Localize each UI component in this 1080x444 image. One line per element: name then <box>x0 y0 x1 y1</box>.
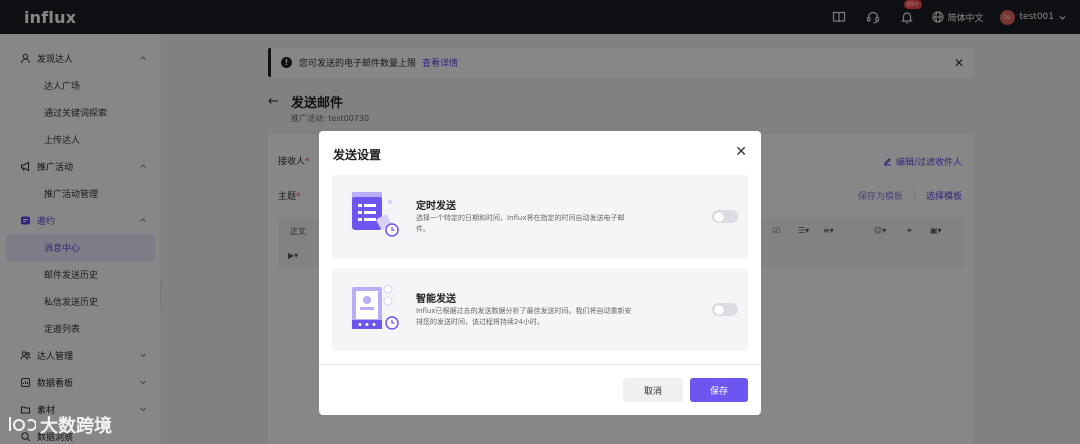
watermark: 大数跨境 <box>6 410 112 440</box>
smart-send-toggle[interactable] <box>712 303 738 316</box>
modal-title: 发送设置 <box>333 148 382 162</box>
watermark-logo-icon <box>9 417 36 431</box>
smart-send-illustration-icon <box>352 284 399 330</box>
cancel-button[interactable]: 取消 <box>623 378 683 402</box>
scheduled-send-toggle[interactable] <box>712 210 738 223</box>
watermark-text: 大数跨境 <box>40 416 112 437</box>
save-button[interactable]: 保存 <box>690 378 748 402</box>
option-title: 定时发送 <box>416 201 456 212</box>
scheduled-send-option: 定时发送 选择一个特定的日期和时间，Influx将在指定的时间自动发送电子邮件。 <box>332 175 748 258</box>
option-title: 智能发送 <box>416 294 456 305</box>
close-icon[interactable]: ✕ <box>735 145 747 159</box>
option-description: Influx已根据过去的发送数据分析了最佳发送时间。我们将自动重新安排您的发送时… <box>416 307 632 326</box>
divider <box>319 364 761 365</box>
send-settings-modal: 发送设置 ✕ 定时发送 选择一个特定的日期和时间，Influx将在指定的时间自动… <box>319 131 761 415</box>
smart-send-option: 智能发送 Influx已根据过去的发送数据分析了最佳发送时间。我们将自动重新安排… <box>332 268 748 351</box>
option-description: 选择一个特定的日期和时间，Influx将在指定的时间自动发送电子邮件。 <box>416 214 625 233</box>
scheduled-send-illustration-icon <box>352 192 399 237</box>
